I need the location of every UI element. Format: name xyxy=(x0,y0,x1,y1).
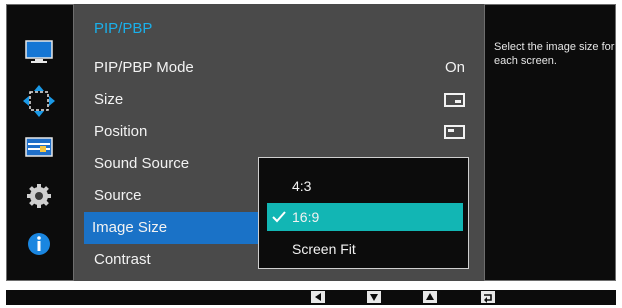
position-indicator-icon xyxy=(444,125,465,139)
menu-item-label: Image Size xyxy=(92,219,168,236)
option-label: 4:3 xyxy=(292,178,312,194)
onscreen-display-icon[interactable] xyxy=(22,84,56,117)
help-text: Select the image size for each screen. xyxy=(494,41,615,67)
image-size-dropdown[interactable]: 4:3 16:9 Screen Fit xyxy=(258,157,469,269)
osd-sidebar xyxy=(6,4,76,281)
option-16-9[interactable]: 16:9 xyxy=(267,203,463,231)
menu-item-label: Contrast xyxy=(94,251,151,268)
information-icon[interactable] xyxy=(22,230,56,258)
option-screen-fit[interactable]: Screen Fit xyxy=(267,235,463,263)
menu-item-label: Size xyxy=(94,91,124,108)
menu-title: PIP/PBP xyxy=(94,20,153,37)
navigation-bar xyxy=(6,290,616,305)
menu-item-label: PIP/PBP Mode xyxy=(94,59,194,76)
menu-item-label: Source xyxy=(94,187,142,204)
option-4-3[interactable]: 4:3 xyxy=(267,172,463,200)
settings-gear-icon[interactable] xyxy=(22,182,56,210)
menu-item-label: Sound Source xyxy=(94,155,190,172)
return-icon[interactable] xyxy=(481,290,495,303)
left-arrow-icon[interactable] xyxy=(311,290,325,303)
menu-item-value: On xyxy=(444,59,465,76)
up-arrow-icon[interactable] xyxy=(423,290,437,303)
pip-pbp-icon[interactable] xyxy=(22,134,56,162)
menu-item-position[interactable]: Position xyxy=(74,116,485,148)
option-label: 16:9 xyxy=(292,209,320,225)
size-indicator-icon xyxy=(444,93,465,107)
down-arrow-icon[interactable] xyxy=(367,290,381,303)
menu-item-pip-pbp-mode[interactable]: PIP/PBP Mode On xyxy=(74,52,485,84)
check-icon xyxy=(271,209,287,225)
menu-item-size[interactable]: Size xyxy=(74,84,485,116)
option-label: Screen Fit xyxy=(292,241,356,257)
menu-item-label: Position xyxy=(94,123,148,140)
picture-icon[interactable] xyxy=(22,38,56,66)
